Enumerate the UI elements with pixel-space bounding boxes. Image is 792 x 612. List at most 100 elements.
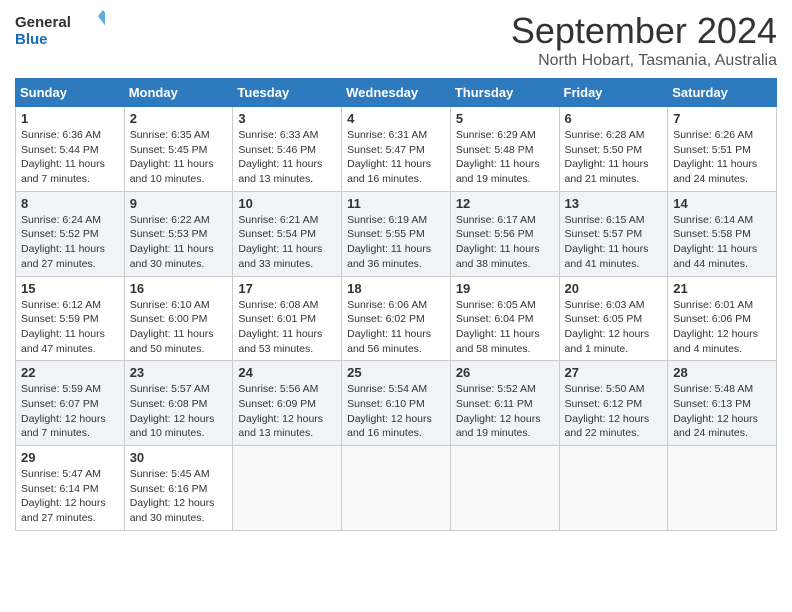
calendar-cell: 7 Sunrise: 6:26 AMSunset: 5:51 PMDaylight…: [668, 107, 777, 192]
day-number: 17: [238, 281, 336, 296]
calendar-cell: 4 Sunrise: 6:31 AMSunset: 5:47 PMDaylight…: [342, 107, 451, 192]
day-number: 4: [347, 111, 445, 126]
day-number: 20: [565, 281, 663, 296]
day-info: Sunrise: 5:47 AMSunset: 6:14 PMDaylight:…: [21, 467, 119, 526]
day-number: 14: [673, 196, 771, 211]
day-info: Sunrise: 5:48 AMSunset: 6:13 PMDaylight:…: [673, 382, 771, 441]
weekday-header: Friday: [559, 79, 668, 107]
calendar-cell: [450, 446, 559, 531]
day-info: Sunrise: 6:19 AMSunset: 5:55 PMDaylight:…: [347, 213, 445, 272]
day-info: Sunrise: 5:50 AMSunset: 6:12 PMDaylight:…: [565, 382, 663, 441]
calendar-cell: 19 Sunrise: 6:05 AMSunset: 6:04 PMDayligh…: [450, 276, 559, 361]
day-number: 5: [456, 111, 554, 126]
calendar-cell: 6 Sunrise: 6:28 AMSunset: 5:50 PMDaylight…: [559, 107, 668, 192]
day-info: Sunrise: 6:15 AMSunset: 5:57 PMDaylight:…: [565, 213, 663, 272]
day-number: 23: [130, 365, 228, 380]
calendar-row: 15Sunrise: 6:12 AMSunset: 5:59 PMDayligh…: [16, 276, 777, 361]
calendar-row: 8 Sunrise: 6:24 AMSunset: 5:52 PMDaylight…: [16, 191, 777, 276]
weekday-header: Saturday: [668, 79, 777, 107]
day-number: 2: [130, 111, 228, 126]
calendar-cell: 3Sunrise: 6:33 AMSunset: 5:46 PMDaylight…: [233, 107, 342, 192]
day-info: Sunrise: 5:54 AMSunset: 6:10 PMDaylight:…: [347, 382, 445, 441]
day-info: Sunrise: 5:45 AMSunset: 6:16 PMDaylight:…: [130, 467, 228, 526]
location-subtitle: North Hobart, Tasmania, Australia: [511, 52, 777, 70]
day-info: Sunrise: 5:56 AMSunset: 6:09 PMDaylight:…: [238, 382, 336, 441]
day-number: 13: [565, 196, 663, 211]
calendar-cell: 5Sunrise: 6:29 AMSunset: 5:48 PMDaylight…: [450, 107, 559, 192]
day-info: Sunrise: 6:17 AMSunset: 5:56 PMDaylight:…: [456, 213, 554, 272]
day-info: Sunrise: 6:12 AMSunset: 5:59 PMDaylight:…: [21, 298, 119, 357]
logo: General Blue: [15, 10, 105, 50]
weekday-header-row: SundayMondayTuesdayWednesdayThursdayFrid…: [16, 79, 777, 107]
calendar-cell: 13 Sunrise: 6:15 AMSunset: 5:57 PMDayligh…: [559, 191, 668, 276]
day-info: Sunrise: 6:35 AMSunset: 5:45 PMDaylight:…: [130, 128, 228, 187]
calendar-cell: [668, 446, 777, 531]
day-number: 21: [673, 281, 771, 296]
day-info: Sunrise: 6:28 AMSunset: 5:50 PMDaylight:…: [565, 128, 663, 187]
calendar-cell: 8 Sunrise: 6:24 AMSunset: 5:52 PMDaylight…: [16, 191, 125, 276]
day-number: 27: [565, 365, 663, 380]
logo-svg: General Blue: [15, 10, 105, 50]
calendar-cell: 17 Sunrise: 6:08 AMSunset: 6:01 PMDayligh…: [233, 276, 342, 361]
day-number: 28: [673, 365, 771, 380]
day-info: Sunrise: 6:03 AMSunset: 6:05 PMDaylight:…: [565, 298, 663, 357]
day-number: 9: [130, 196, 228, 211]
calendar-cell: 27 Sunrise: 5:50 AMSunset: 6:12 PMDayligh…: [559, 361, 668, 446]
day-number: 18: [347, 281, 445, 296]
svg-text:Blue: Blue: [15, 31, 48, 48]
day-number: 8: [21, 196, 119, 211]
day-number: 19: [456, 281, 554, 296]
day-number: 30: [130, 450, 228, 465]
calendar-cell: [342, 446, 451, 531]
calendar-cell: [559, 446, 668, 531]
calendar-cell: 29 Sunrise: 5:47 AMSunset: 6:14 PMDayligh…: [16, 446, 125, 531]
day-info: Sunrise: 6:08 AMSunset: 6:01 PMDaylight:…: [238, 298, 336, 357]
day-number: 25: [347, 365, 445, 380]
day-number: 22: [21, 365, 119, 380]
day-info: Sunrise: 6:31 AMSunset: 5:47 PMDaylight:…: [347, 128, 445, 187]
day-info: Sunrise: 6:06 AMSunset: 6:02 PMDaylight:…: [347, 298, 445, 357]
day-info: Sunrise: 5:52 AMSunset: 6:11 PMDaylight:…: [456, 382, 554, 441]
calendar-cell: 1Sunrise: 6:36 AMSunset: 5:44 PMDaylight…: [16, 107, 125, 192]
calendar-cell: 16Sunrise: 6:10 AMSunset: 6:00 PMDayligh…: [124, 276, 233, 361]
day-info: Sunrise: 6:26 AMSunset: 5:51 PMDaylight:…: [673, 128, 771, 187]
calendar-cell: 21 Sunrise: 6:01 AMSunset: 6:06 PMDayligh…: [668, 276, 777, 361]
calendar-cell: 9 Sunrise: 6:22 AMSunset: 5:53 PMDaylight…: [124, 191, 233, 276]
month-title: September 2024: [511, 10, 777, 52]
page-header: General Blue September 2024 North Hobart…: [15, 10, 777, 70]
calendar-row: 1Sunrise: 6:36 AMSunset: 5:44 PMDaylight…: [16, 107, 777, 192]
calendar-cell: 15Sunrise: 6:12 AMSunset: 5:59 PMDayligh…: [16, 276, 125, 361]
calendar-row: 22 Sunrise: 5:59 AMSunset: 6:07 PMDayligh…: [16, 361, 777, 446]
weekday-header: Thursday: [450, 79, 559, 107]
calendar-cell: 24 Sunrise: 5:56 AMSunset: 6:09 PMDayligh…: [233, 361, 342, 446]
day-info: Sunrise: 6:05 AMSunset: 6:04 PMDaylight:…: [456, 298, 554, 357]
calendar-cell: 2 Sunrise: 6:35 AMSunset: 5:45 PMDaylight…: [124, 107, 233, 192]
calendar-cell: 14 Sunrise: 6:14 AMSunset: 5:58 PMDayligh…: [668, 191, 777, 276]
day-number: 3: [238, 111, 336, 126]
calendar-table: SundayMondayTuesdayWednesdayThursdayFrid…: [15, 78, 777, 531]
calendar-cell: 23Sunrise: 5:57 AMSunset: 6:08 PMDayligh…: [124, 361, 233, 446]
day-info: Sunrise: 6:10 AMSunset: 6:00 PMDaylight:…: [130, 298, 228, 357]
calendar-cell: 12 Sunrise: 6:17 AMSunset: 5:56 PMDayligh…: [450, 191, 559, 276]
day-number: 26: [456, 365, 554, 380]
day-number: 7: [673, 111, 771, 126]
day-number: 6: [565, 111, 663, 126]
day-info: Sunrise: 5:59 AMSunset: 6:07 PMDaylight:…: [21, 382, 119, 441]
day-number: 12: [456, 196, 554, 211]
calendar-cell: [233, 446, 342, 531]
day-info: Sunrise: 6:21 AMSunset: 5:54 PMDaylight:…: [238, 213, 336, 272]
calendar-cell: 10 Sunrise: 6:21 AMSunset: 5:54 PMDayligh…: [233, 191, 342, 276]
calendar-cell: 25 Sunrise: 5:54 AMSunset: 6:10 PMDayligh…: [342, 361, 451, 446]
day-number: 24: [238, 365, 336, 380]
day-info: Sunrise: 6:24 AMSunset: 5:52 PMDaylight:…: [21, 213, 119, 272]
weekday-header: Tuesday: [233, 79, 342, 107]
day-info: Sunrise: 6:22 AMSunset: 5:53 PMDaylight:…: [130, 213, 228, 272]
day-info: Sunrise: 6:14 AMSunset: 5:58 PMDaylight:…: [673, 213, 771, 272]
day-info: Sunrise: 6:01 AMSunset: 6:06 PMDaylight:…: [673, 298, 771, 357]
weekday-header: Monday: [124, 79, 233, 107]
day-number: 29: [21, 450, 119, 465]
day-number: 10: [238, 196, 336, 211]
calendar-cell: 26 Sunrise: 5:52 AMSunset: 6:11 PMDayligh…: [450, 361, 559, 446]
day-info: Sunrise: 6:36 AMSunset: 5:44 PMDaylight:…: [21, 128, 119, 187]
calendar-cell: 22 Sunrise: 5:59 AMSunset: 6:07 PMDayligh…: [16, 361, 125, 446]
